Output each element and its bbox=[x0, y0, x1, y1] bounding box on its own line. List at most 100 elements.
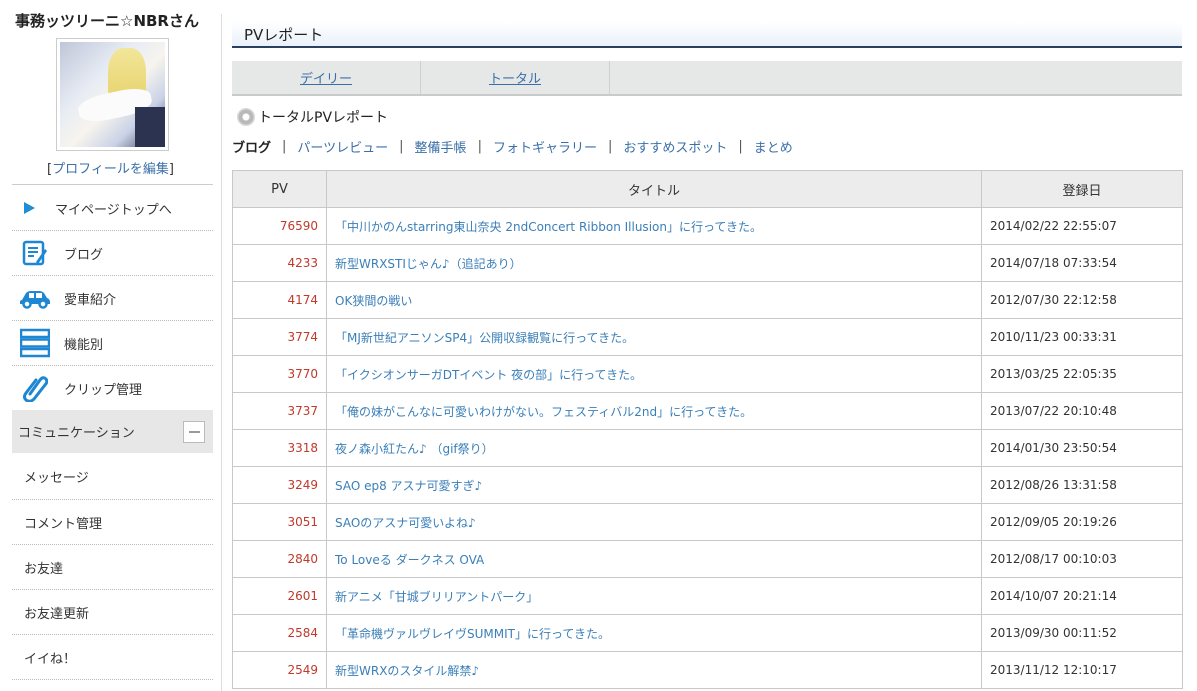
registered-date: 2014/01/30 23:50:54 bbox=[981, 429, 1183, 467]
report-heading: トータルPVレポート bbox=[237, 107, 388, 127]
registered-date: 2013/07/22 20:10:48 bbox=[981, 392, 1183, 430]
communication-label: コミュニケーション bbox=[18, 426, 135, 441]
post-title-link[interactable]: To Loveる ダークネス OVA bbox=[335, 553, 484, 567]
table-row: 4174 OK狭間の戦い 2012/07/30 22:12:58 bbox=[232, 281, 1183, 319]
pv-count: 3249 bbox=[232, 466, 327, 504]
title-cell: OK狭間の戦い bbox=[326, 281, 982, 319]
registered-date: 2013/09/30 00:11:52 bbox=[981, 614, 1183, 652]
pv-count: 2601 bbox=[232, 577, 327, 615]
sidebar-item-clip[interactable]: クリップ管理 bbox=[12, 366, 213, 410]
post-title-link[interactable]: SAO ep8 アスナ可愛すぎ♪ bbox=[335, 479, 482, 493]
collapse-button[interactable] bbox=[183, 420, 205, 443]
table-row: 3774 「MJ新世紀アニソンSP4」公開収録観覧に行ってきた。 2010/11/2… bbox=[232, 318, 1183, 356]
triangle-right-icon bbox=[24, 202, 35, 214]
pv-count: 4174 bbox=[232, 281, 327, 319]
page-title: PVレポート bbox=[232, 22, 1182, 48]
category-blog[interactable]: ブログ bbox=[232, 137, 271, 156]
category-filter: ブログ | パーツレビュー | 整備手帳 | フォトギャラリー | おすすめスポ… bbox=[232, 137, 793, 156]
pv-count: 3770 bbox=[232, 355, 327, 393]
post-title-link[interactable]: 新型WRXSTIじゃん♪（追記あり） bbox=[335, 257, 522, 271]
report-tabs: デイリー トータル bbox=[232, 61, 1182, 96]
table-row: 3737 「俺の妹がこんなに可愛いわけがない。フェスティバル2nd」に行ってきた。… bbox=[232, 392, 1183, 430]
title-cell: 新型WRXSTIじゃん♪（追記あり） bbox=[326, 244, 982, 282]
post-title-link[interactable]: 新アニメ「甘城ブリリアントパーク」 bbox=[335, 590, 538, 604]
avatar-image bbox=[60, 42, 165, 147]
post-title-link[interactable]: 「中川かのんstarring東山奈央 2ndConcert Ribbon Ill… bbox=[335, 220, 762, 234]
title-cell: SAO ep8 アスナ可愛すぎ♪ bbox=[326, 466, 982, 504]
blog-notepad-icon bbox=[18, 238, 52, 268]
pv-count: 3737 bbox=[232, 392, 327, 430]
communication-section-header[interactable]: コミュニケーション bbox=[12, 410, 213, 453]
table-row: 3249 SAO ep8 アスナ可愛すぎ♪ 2012/08/26 13:31:58 bbox=[232, 466, 1183, 504]
column-divider bbox=[221, 14, 222, 691]
pv-count: 76590 bbox=[232, 207, 327, 245]
registered-date: 2010/11/23 00:33:31 bbox=[981, 318, 1183, 356]
table-row: 76590 「中川かのんstarring東山奈央 2ndConcert Ribbo… bbox=[232, 207, 1183, 245]
paperclip-icon bbox=[18, 373, 52, 403]
sidebar-item-comments[interactable]: コメント管理 bbox=[12, 500, 213, 545]
sidebar-item-friends[interactable]: お友達 bbox=[12, 545, 213, 590]
sidebar-item-messages[interactable]: メッセージ bbox=[12, 454, 213, 499]
post-title-link[interactable]: 「イクシオンサーガDTイベント 夜の部」に行ってきた。 bbox=[335, 368, 642, 382]
title-cell: 「MJ新世紀アニソンSP4」公開収録観覧に行ってきた。 bbox=[326, 318, 982, 356]
registered-date: 2014/07/18 07:33:54 bbox=[981, 244, 1183, 282]
sidebar-item-friend-updates[interactable]: お友達更新 bbox=[12, 590, 213, 635]
sidebar-item-car[interactable]: 愛車紹介 bbox=[12, 276, 213, 320]
pv-report-table: PV タイトル 登録日 76590 「中川かのんstarring東山奈央 2ndC… bbox=[232, 170, 1183, 689]
table-row: 2549 新型WRXのスタイル解禁♪ 2013/11/12 12:10:17 bbox=[232, 651, 1183, 689]
registered-date: 2014/02/22 22:55:07 bbox=[981, 207, 1183, 245]
post-title-link[interactable]: 「革命機ヴァルヴレイヴSUMMIT」に行ってきた。 bbox=[335, 627, 610, 641]
registered-date: 2013/11/12 12:10:17 bbox=[981, 651, 1183, 689]
tab-total-link[interactable]: トータル bbox=[489, 68, 541, 87]
tab-total: トータル bbox=[421, 61, 610, 94]
post-title-link[interactable]: SAOのアスナ可愛いよね♪ bbox=[335, 516, 476, 530]
category-maintenance[interactable]: 整備手帳 bbox=[415, 137, 467, 156]
sidebar-item-label: マイページトップへ bbox=[55, 202, 172, 218]
registered-date: 2012/08/17 00:10:03 bbox=[981, 540, 1183, 578]
category-matome[interactable]: まとめ bbox=[754, 137, 793, 156]
pv-count: 3318 bbox=[232, 429, 327, 467]
edit-profile-link[interactable]: プロフィールを編集 bbox=[52, 162, 169, 177]
sidebar: 事務ッツリーニ☆NBRさん [プロフィールを編集] マイページトップへ ブログ bbox=[12, 0, 213, 691]
car-icon bbox=[18, 283, 52, 313]
tab-daily: デイリー bbox=[232, 61, 421, 94]
registered-date: 2012/07/30 22:12:58 bbox=[981, 281, 1183, 319]
pv-count: 2840 bbox=[232, 540, 327, 578]
pv-count: 4233 bbox=[232, 244, 327, 282]
title-cell: To Loveる ダークネス OVA bbox=[326, 540, 982, 578]
sidebar-item-features[interactable]: 機能別 bbox=[12, 321, 213, 365]
sidebar-item-likes[interactable]: イイね！ bbox=[12, 635, 213, 680]
minus-icon bbox=[188, 430, 200, 433]
title-cell: 「イクシオンサーガDTイベント 夜の部」に行ってきた。 bbox=[326, 355, 982, 393]
sidebar-item-label: 愛車紹介 bbox=[64, 292, 117, 308]
pv-count: 3051 bbox=[232, 503, 327, 541]
pv-count: 3774 bbox=[232, 318, 327, 356]
table-row: 4233 新型WRXSTIじゃん♪（追記あり） 2014/07/18 07:33:5… bbox=[232, 244, 1183, 282]
table-row: 3051 SAOのアスナ可愛いよね♪ 2012/09/05 20:19:26 bbox=[232, 503, 1183, 541]
table-row: 3770 「イクシオンサーガDTイベント 夜の部」に行ってきた。 2013/03/2… bbox=[232, 355, 1183, 393]
report-heading-text: トータルPVレポート bbox=[258, 110, 389, 126]
category-parts-review[interactable]: パーツレビュー bbox=[297, 137, 388, 156]
username: 事務ッツリーニ☆NBRさん bbox=[15, 12, 199, 30]
column-header-title: タイトル bbox=[326, 170, 982, 208]
title-cell: 「中川かのんstarring東山奈央 2ndConcert Ribbon Ill… bbox=[326, 207, 982, 245]
table-row: 2584 「革命機ヴァルヴレイヴSUMMIT」に行ってきた。 2013/09/30 … bbox=[232, 614, 1183, 652]
post-title-link[interactable]: 「MJ新世紀アニソンSP4」公開収録観覧に行ってきた。 bbox=[335, 331, 634, 345]
category-recommended-spots[interactable]: おすすめスポット bbox=[623, 137, 727, 156]
registered-date: 2013/03/25 22:05:35 bbox=[981, 355, 1183, 393]
tab-daily-link[interactable]: デイリー bbox=[300, 68, 352, 87]
post-title-link[interactable]: 新型WRXのスタイル解禁♪ bbox=[335, 664, 479, 678]
title-cell: 「俺の妹がこんなに可愛いわけがない。フェスティバル2nd」に行ってきた。 bbox=[326, 392, 982, 430]
sidebar-item-blog[interactable]: ブログ bbox=[12, 231, 213, 275]
registered-date: 2012/08/26 13:31:58 bbox=[981, 466, 1183, 504]
post-title-link[interactable]: 夜ノ森小紅たん♪ （gif祭り） bbox=[335, 442, 494, 456]
pv-count: 2584 bbox=[232, 614, 327, 652]
registered-date: 2012/09/05 20:19:26 bbox=[981, 503, 1183, 541]
avatar[interactable] bbox=[56, 38, 169, 151]
post-title-link[interactable]: OK狭間の戦い bbox=[335, 294, 412, 308]
column-header-pv: PV bbox=[232, 170, 327, 208]
post-title-link[interactable]: 「俺の妹がこんなに可愛いわけがない。フェスティバル2nd」に行ってきた。 bbox=[335, 405, 752, 419]
sidebar-item-mypage-top[interactable]: マイページトップへ bbox=[12, 186, 213, 230]
pv-count: 2549 bbox=[232, 651, 327, 689]
category-photo-gallery[interactable]: フォトギャラリー bbox=[493, 137, 597, 156]
